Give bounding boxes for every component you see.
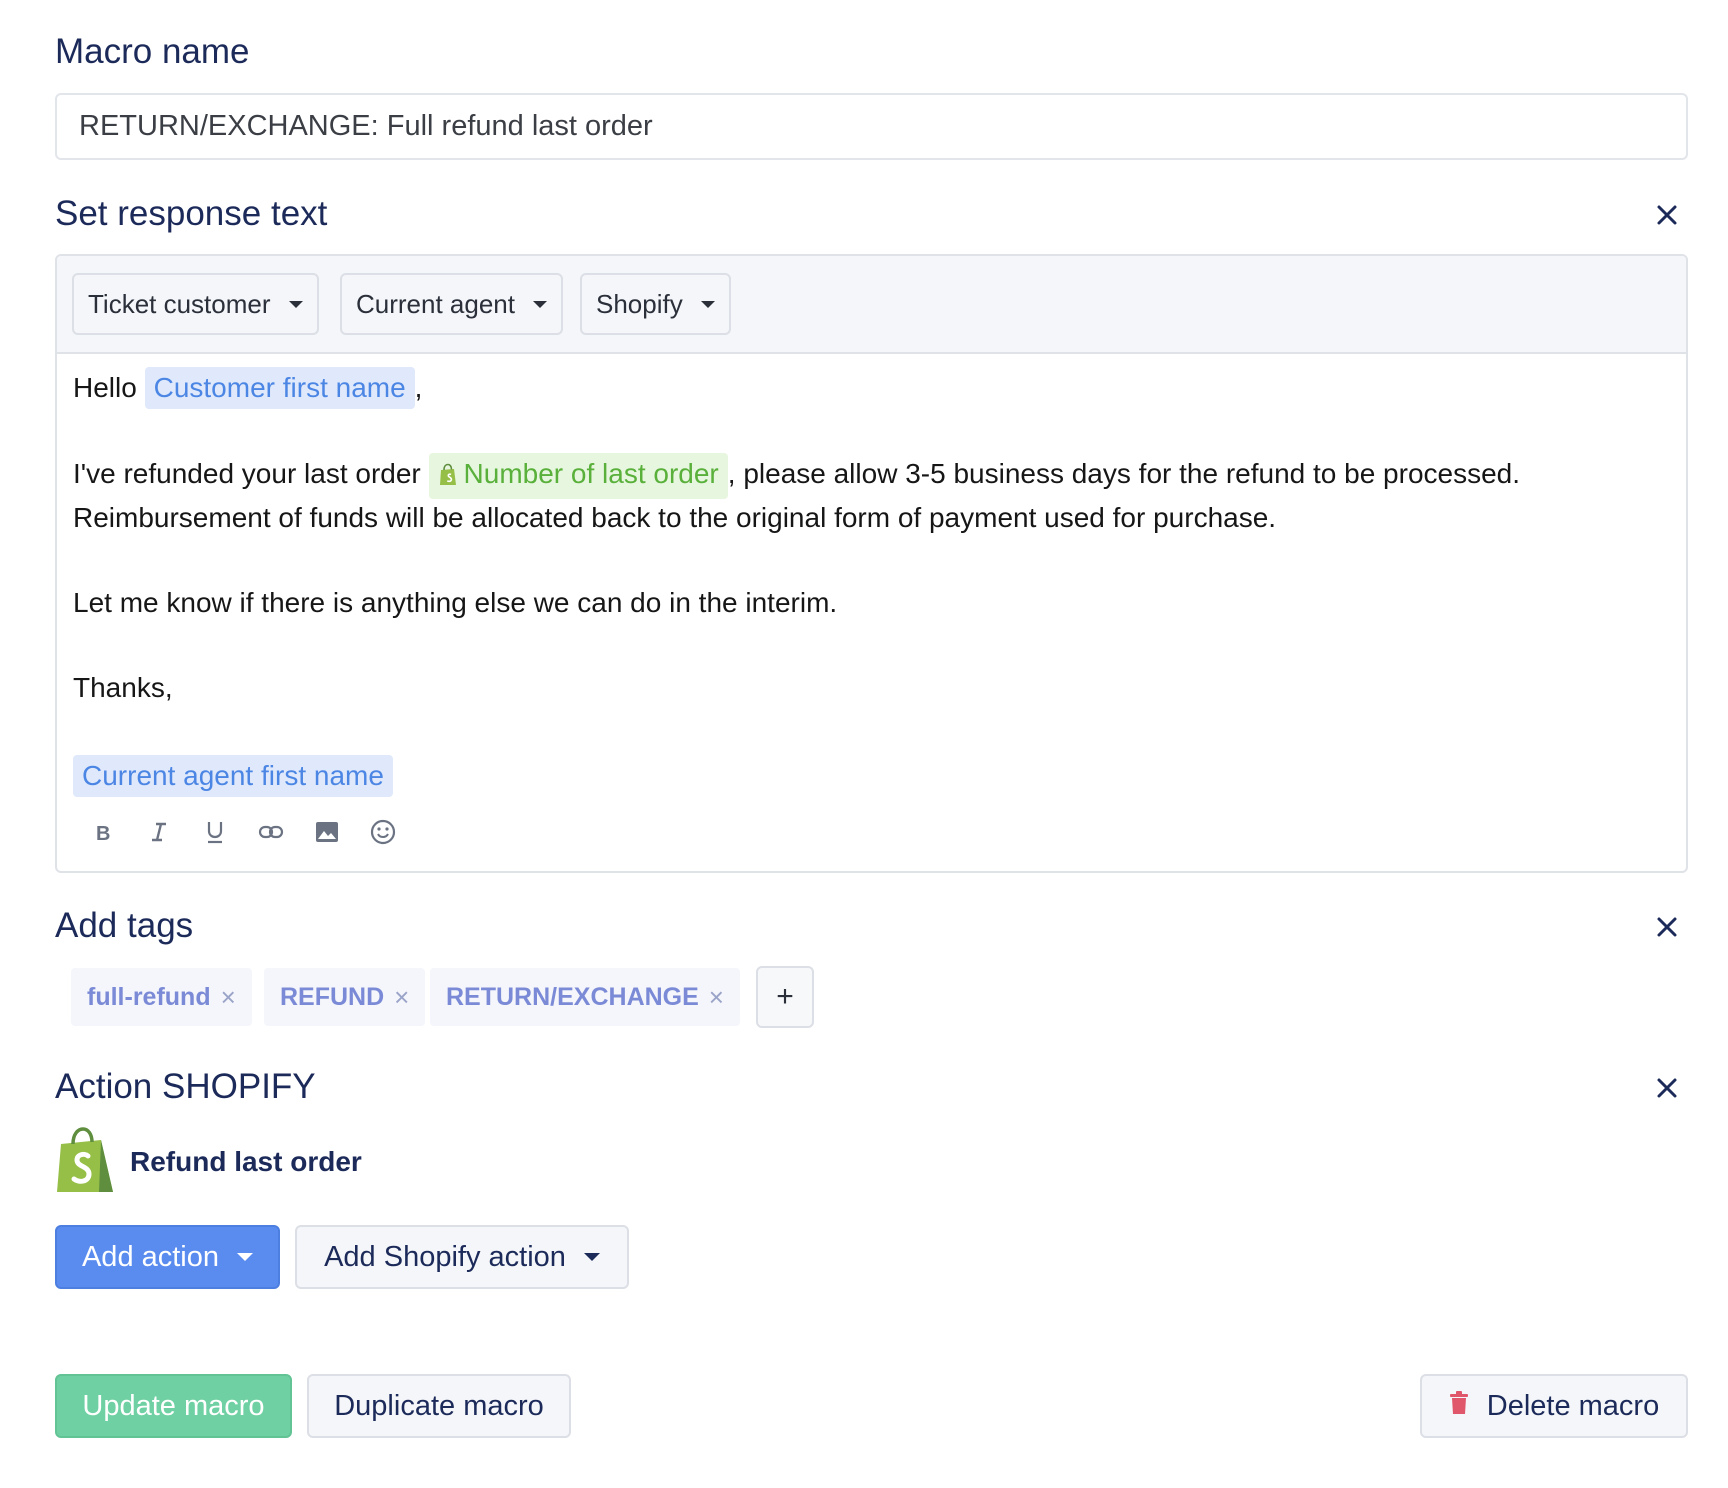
delete-macro-button[interactable]: Delete macro <box>1420 1374 1688 1438</box>
customer-first-name-variable[interactable]: Customer first name <box>144 367 415 409</box>
macro-name-label: Macro name <box>55 32 250 71</box>
response-editor[interactable]: Ticket customer Current agent Shopify He… <box>55 254 1688 873</box>
remove-action-close-icon[interactable] <box>1650 1071 1684 1105</box>
remove-response-close-icon[interactable] <box>1650 198 1684 232</box>
shopify-dropdown-label: Shopify <box>596 288 683 319</box>
greeting-text: Hello <box>73 372 137 403</box>
tag-label: RETURN/EXCHANGE <box>446 982 699 1011</box>
macro-name-input[interactable] <box>55 93 1688 160</box>
closing-line: Let me know if there is anything else we… <box>73 587 838 618</box>
refund-line-start: I've refunded your last order <box>73 458 421 489</box>
remove-tag-icon[interactable]: × <box>221 982 236 1013</box>
add-action-label: Add action <box>81 1240 220 1273</box>
remove-tag-icon[interactable]: × <box>709 982 724 1013</box>
current-agent-dropdown-label: Current agent <box>356 288 515 319</box>
update-macro-button[interactable]: Update macro <box>55 1374 292 1438</box>
chevron-down-icon <box>237 1253 254 1261</box>
svg-text:B: B <box>96 823 110 843</box>
refund-line-end: , please allow 3-5 business days for the… <box>727 458 1521 489</box>
image-icon[interactable] <box>311 816 343 848</box>
bold-icon[interactable]: B <box>87 816 119 848</box>
add-tag-button[interactable]: + <box>756 966 814 1028</box>
ticket-customer-dropdown-label: Ticket customer <box>88 288 271 319</box>
ticket-customer-dropdown[interactable]: Ticket customer <box>72 273 319 335</box>
italic-icon[interactable] <box>143 816 175 848</box>
tags-label: Add tags <box>55 906 194 945</box>
add-shopify-action-label: Add Shopify action <box>324 1240 566 1273</box>
signature-line: Current agent first name <box>73 754 393 798</box>
last-order-number-label: Number of last order <box>463 458 719 489</box>
tag-chip: RETURN/EXCHANGE × <box>430 968 740 1026</box>
macro-editor: Macro name Set response text Ticket cust… <box>0 0 1728 1488</box>
delete-macro-label: Delete macro <box>1486 1389 1660 1422</box>
remove-tags-close-icon[interactable] <box>1650 910 1684 944</box>
chevron-down-icon <box>583 1253 600 1261</box>
shopify-bag-icon <box>55 1126 117 1196</box>
last-order-number-variable[interactable]: Number of last order <box>428 453 728 499</box>
greeting-comma: , <box>414 372 423 403</box>
format-toolbar: B <box>87 816 399 848</box>
thanks-line: Thanks, <box>73 672 173 703</box>
reimbursement-line: Reimbursement of funds will be allocated… <box>73 502 1277 533</box>
current-agent-dropdown[interactable]: Current agent <box>340 273 563 335</box>
remove-tag-icon[interactable]: × <box>394 982 409 1013</box>
tag-label: full-refund <box>87 982 211 1011</box>
tag-chip: REFUND × <box>264 968 426 1026</box>
tag-label: REFUND <box>280 982 385 1011</box>
refund-line: I've refunded your last order Number of … <box>73 452 1520 499</box>
duplicate-macro-button[interactable]: Duplicate macro <box>307 1374 571 1438</box>
link-icon[interactable] <box>255 816 287 848</box>
response-text-label: Set response text <box>55 194 328 233</box>
chevron-down-icon <box>700 300 715 308</box>
agent-first-name-variable[interactable]: Current agent first name <box>73 755 393 797</box>
chevron-down-icon <box>532 300 547 308</box>
chevron-down-icon <box>288 300 303 308</box>
variable-toolbar: Ticket customer Current agent Shopify <box>57 256 1686 354</box>
tag-chip: full-refund × <box>71 968 252 1026</box>
emoji-icon[interactable] <box>367 816 399 848</box>
refund-last-order-action: Refund last order <box>130 1146 362 1177</box>
trash-icon <box>1449 1390 1469 1423</box>
greeting-line: Hello Customer first name, <box>73 366 422 410</box>
action-label: Action SHOPIFY <box>55 1067 316 1106</box>
shopify-dropdown[interactable]: Shopify <box>580 273 731 335</box>
underline-icon[interactable] <box>199 816 231 848</box>
add-action-button[interactable]: Add action <box>55 1225 280 1289</box>
add-shopify-action-button[interactable]: Add Shopify action <box>295 1225 629 1289</box>
shopify-icon <box>438 457 458 499</box>
